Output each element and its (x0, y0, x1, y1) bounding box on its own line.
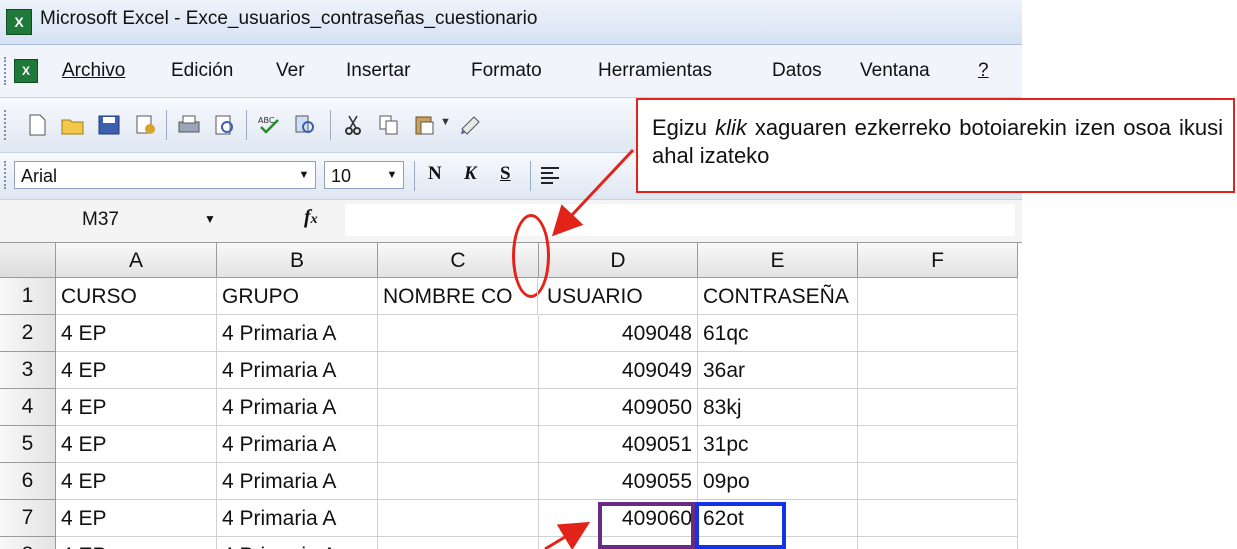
cell-c7[interactable] (378, 500, 539, 537)
cell-c6[interactable] (378, 463, 539, 500)
pointer-arrow (544, 521, 591, 549)
callout-arrow (551, 148, 635, 237)
cell-c1[interactable]: NOMBRE CO (378, 278, 538, 315)
cell-c2[interactable] (378, 315, 539, 352)
cell-c3[interactable] (378, 352, 539, 389)
cell-c8[interactable] (378, 537, 539, 549)
cell-d1[interactable]: USUARIO (539, 278, 698, 315)
cell-c5[interactable] (378, 426, 539, 463)
cell-c4[interactable] (378, 389, 539, 426)
annotation-arrows (544, 148, 635, 549)
